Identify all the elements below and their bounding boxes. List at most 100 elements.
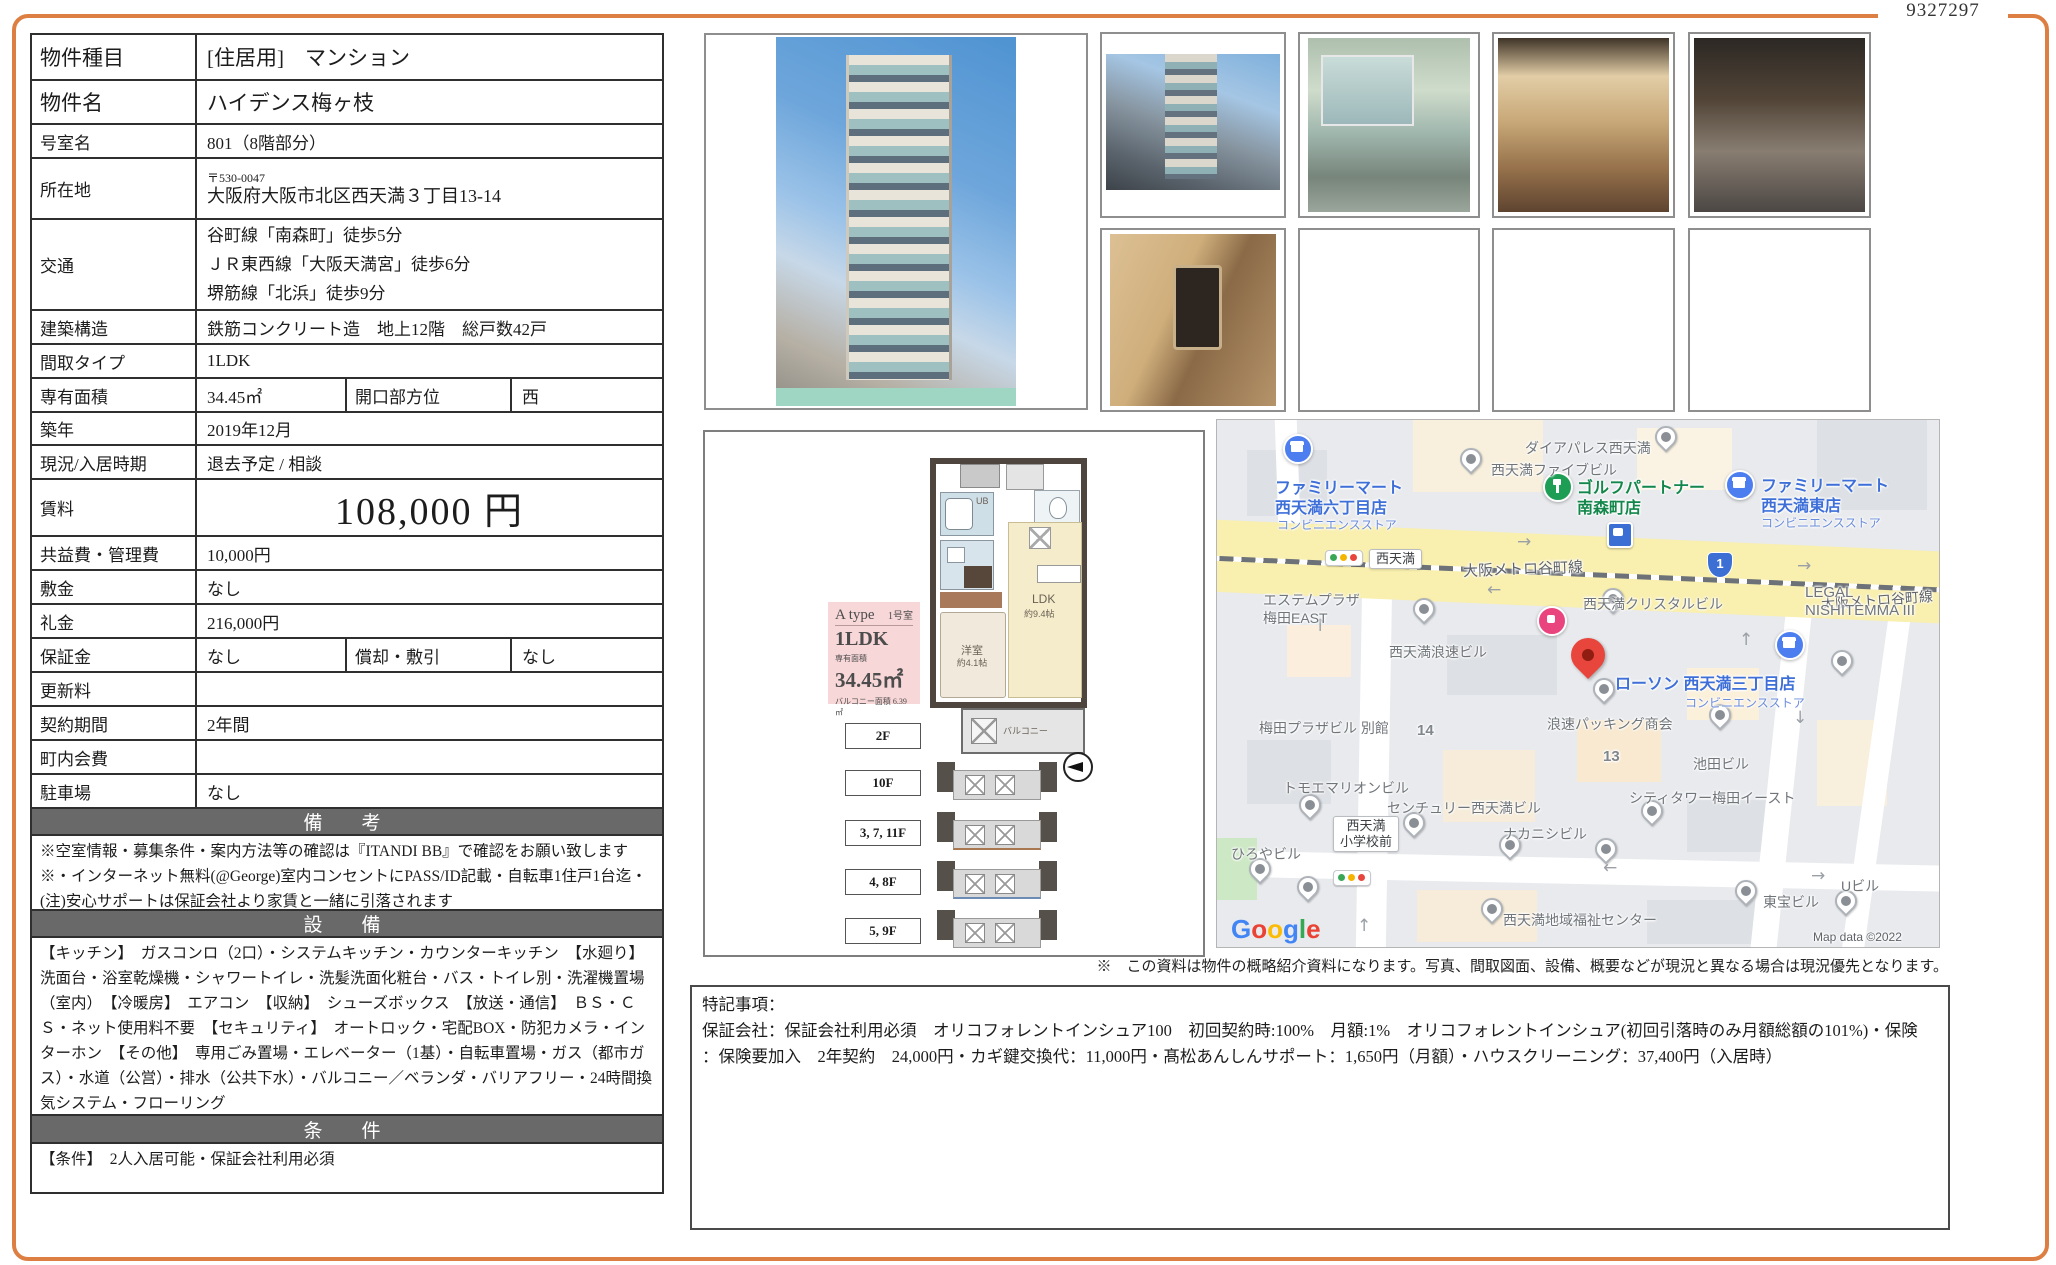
special-notes-line2: ：保険要加入 2年契約 24,000円・カギ鍵交換代：11,000円・髙松あんし… bbox=[702, 1044, 1938, 1070]
bedroom-size: 約4.1帖 bbox=[944, 656, 1000, 669]
property-location-pin bbox=[1564, 631, 1612, 679]
map-label: 西天満浪速ビル bbox=[1389, 642, 1487, 662]
section-panel bbox=[995, 923, 1015, 943]
access-line: 谷町線「南森町」徒歩5分 bbox=[207, 221, 403, 250]
section-wall bbox=[1039, 861, 1057, 891]
table-row: 物件種目 [住居用] マンション bbox=[32, 35, 662, 79]
photo-corridor bbox=[1694, 38, 1865, 212]
map-label: エステムプラザ bbox=[1263, 590, 1360, 610]
section-panel bbox=[965, 874, 985, 894]
address-text: 大阪府大阪市北区西天満３丁目13-14 bbox=[207, 185, 501, 207]
table-row: 契約期間 2年間 bbox=[32, 705, 662, 739]
row-value: なし bbox=[197, 775, 662, 807]
fridge-space bbox=[1029, 527, 1051, 549]
traffic-light-icon bbox=[1325, 550, 1363, 566]
balcony-glass bbox=[1321, 55, 1414, 125]
row-label: 物件名 bbox=[32, 81, 197, 123]
google-letter: o bbox=[1251, 914, 1267, 944]
building-ground bbox=[776, 388, 1016, 406]
table-row: 建築構造 鉄筋コンクリート造 地上12階 総戸数42戸 bbox=[32, 309, 662, 343]
postal-code: 〒530-0047 bbox=[207, 171, 265, 185]
floorplan-hall bbox=[940, 592, 1002, 608]
row-label: 敷金 bbox=[32, 571, 197, 603]
ldk-label: LDK bbox=[1032, 592, 1055, 606]
table-row: 専有面積 34.45㎡ 開口部方位 西 bbox=[32, 377, 662, 411]
map-block-number: 14 bbox=[1417, 722, 1434, 739]
road-arrow-icon: ← bbox=[1487, 580, 1501, 600]
map-label: ひろやビル bbox=[1231, 844, 1301, 864]
photo-cell-empty-2 bbox=[1492, 228, 1675, 412]
row-label: 間取タイプ bbox=[32, 345, 197, 377]
row-value: 2年間 bbox=[197, 707, 662, 739]
map-label: 西天満六丁目店 bbox=[1275, 494, 1387, 518]
road-arrow-icon: → bbox=[1797, 556, 1811, 576]
map-label: 池田ビル bbox=[1693, 754, 1749, 774]
table-row: 保証金 なし 償却・敷引 なし bbox=[32, 637, 662, 671]
floor-box-2f: 2F bbox=[845, 723, 921, 749]
map-label: 南森町店 bbox=[1577, 494, 1641, 518]
row-value: 1LDK bbox=[197, 345, 662, 377]
property-flyer-sheet: 9327297 物件種目 [住居用] マンション 物件名 ハイデンス梅ヶ枝 号室… bbox=[0, 0, 2056, 1265]
floorplan-unit-outline: UB 洋室 約4.1帖 LDK 約9.4帖 bbox=[930, 458, 1087, 708]
ub-label: UB bbox=[976, 496, 989, 506]
table-row: 所在地 〒530-0047 大阪府大阪市北区西天満３丁目13-14 bbox=[32, 157, 662, 218]
map-label: コンビニエンスストア bbox=[1277, 516, 1397, 533]
row-label: 賃料 bbox=[32, 480, 197, 535]
row-value: [住居用] マンション bbox=[197, 35, 662, 79]
balcony-section-diagram bbox=[937, 812, 1057, 854]
photo-cell-2 bbox=[1298, 32, 1480, 218]
balcony-section-diagram bbox=[937, 910, 1057, 952]
row-label: 更新料 bbox=[32, 673, 197, 705]
compass-west-icon bbox=[1063, 752, 1093, 782]
unit-type-line: A type 1号室 bbox=[835, 607, 913, 626]
map-label: シティタワー梅田イースト bbox=[1629, 788, 1795, 808]
photo-cell-4 bbox=[1688, 32, 1871, 218]
map-label: コンビニエンスストア bbox=[1685, 694, 1805, 711]
section-panel bbox=[965, 825, 985, 845]
map-credit: Map data ©2022 bbox=[1813, 930, 1902, 944]
row-label: 建築構造 bbox=[32, 311, 197, 343]
floor-box-10f: 10F bbox=[845, 770, 921, 796]
bus-stop-icon bbox=[1607, 522, 1633, 548]
unit-room-no: 1号室 bbox=[888, 607, 913, 622]
map-block-number: 13 bbox=[1603, 748, 1620, 765]
row-label: 駐車場 bbox=[32, 775, 197, 807]
access-line: ＪＲ東西線「大阪天満宮」徒歩6分 bbox=[207, 250, 471, 279]
row-value: 鉄筋コンクリート造 地上12階 総戸数42戸 bbox=[197, 311, 662, 343]
row-label: 築年 bbox=[32, 413, 197, 444]
section-panel bbox=[995, 775, 1015, 795]
row-label: 共益費・管理費 bbox=[32, 537, 197, 569]
row-value: 退去予定 / 相談 bbox=[197, 446, 662, 478]
row-label: 礼金 bbox=[32, 605, 197, 637]
special-notes-line1: 保証会社：保証会社利用必須 オリコフォレントインシュア100 初回契約時:100… bbox=[702, 1018, 1938, 1044]
table-row-rent: 賃料 108,000 円 bbox=[32, 478, 662, 535]
google-letter: e bbox=[1306, 914, 1320, 944]
section-panel bbox=[965, 775, 985, 795]
map-label: センチュリー西天満ビル bbox=[1387, 798, 1541, 818]
bathtub bbox=[945, 498, 973, 530]
table-row: 号室名 801（8階部分） bbox=[32, 123, 662, 157]
photo-cell-main bbox=[704, 33, 1088, 410]
equipment-row: 【キッチン】 ガスコンロ（2口）・システムキッチン・カウンターキッチン 【水廻り… bbox=[32, 936, 662, 1114]
row-value: 34.45㎡ bbox=[197, 379, 347, 411]
road-arrow-icon: ↓ bbox=[1793, 708, 1807, 728]
rent-value: 108,000 円 bbox=[197, 480, 662, 535]
special-notes-title: 特記事項： bbox=[702, 992, 1938, 1018]
row-value: なし bbox=[197, 571, 662, 603]
lawson-store-icon bbox=[1775, 630, 1805, 660]
section-panel bbox=[995, 874, 1015, 894]
row-label-2: 償却・敷引 bbox=[347, 639, 512, 671]
floorplan-entrance bbox=[1006, 464, 1044, 490]
row-value: 〒530-0047 大阪府大阪市北区西天満３丁目13-14 bbox=[197, 159, 662, 218]
table-row: 礼金 216,000円 bbox=[32, 603, 662, 637]
balcony-section-diagram bbox=[937, 861, 1057, 903]
row-value: ハイデンス梅ヶ枝 bbox=[197, 81, 662, 123]
google-logo: Google bbox=[1231, 914, 1321, 945]
washbasin bbox=[947, 547, 965, 563]
table-row: 物件名 ハイデンス梅ヶ枝 bbox=[32, 79, 662, 123]
road-arrow-icon: → bbox=[1811, 866, 1825, 886]
map-label: NISHITEMMA III bbox=[1805, 602, 1915, 619]
floorplan-balcony: バルコニー bbox=[961, 708, 1085, 754]
row-label: 契約期間 bbox=[32, 707, 197, 739]
photo-cell-3 bbox=[1492, 32, 1675, 218]
